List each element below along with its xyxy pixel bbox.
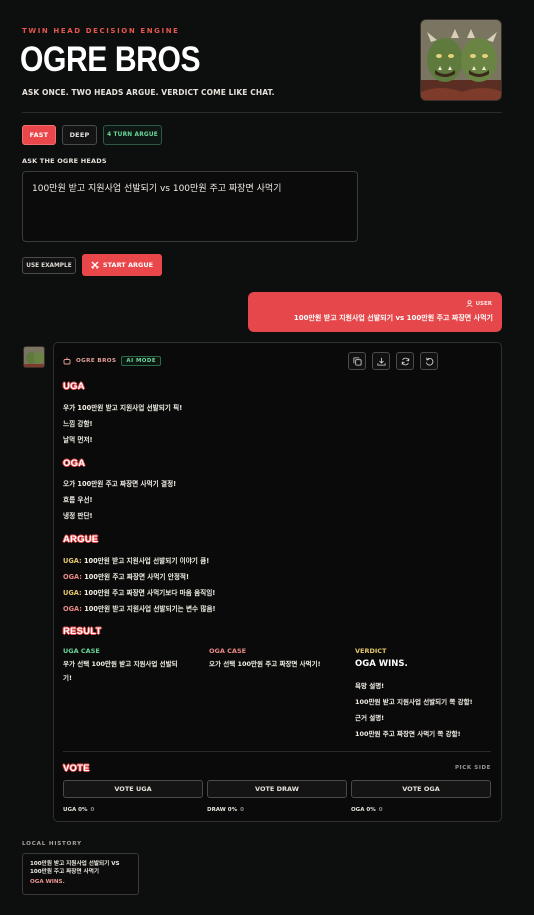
history-label: LOCAL HISTORY [22, 841, 82, 847]
verdict-line: 근거 설명! [355, 714, 385, 722]
copy-icon [352, 356, 362, 366]
uga-line: 날먹 먼저! [63, 436, 93, 444]
turn-speaker: UGA: [63, 557, 82, 565]
oga-line: 오가 100만원 주고 짜장면 사먹기 결정! [63, 480, 177, 488]
oga-tally: OGA 0% 0 [351, 807, 383, 813]
turn-text: 100만원 주고 짜장면 사먹기 안정적! [84, 573, 190, 581]
history-question-line: 100만원 받고 지원사업 선발되기 VS [30, 861, 120, 867]
answer-card-header: OGRE BROS AI MODE [63, 356, 162, 366]
turn-speaker: OGA: [63, 573, 82, 581]
ogre-avatar-small [23, 346, 45, 368]
draw-tally: DRAW 0% 0 [207, 807, 244, 813]
uga-case-line: 기! [63, 674, 72, 682]
use-example-button[interactable]: USE EXAMPLE [22, 257, 76, 274]
history-item[interactable]: 100만원 받고 지원사업 선발되기 VS 100만원 주고 짜장면 사먹기 O… [22, 853, 139, 895]
vote-draw-button[interactable]: VOTE DRAW [207, 780, 347, 798]
app-root: TWIN HEAD DECISION ENGINE OGRE BROS ASK … [0, 0, 534, 915]
header-kicker: TWIN HEAD DECISION ENGINE [22, 27, 180, 35]
verdict-line: 100만원 주고 짜장면 사먹기 쪽 강함! [355, 730, 461, 738]
mode-fast-button[interactable]: FAST [22, 125, 56, 145]
ogre-twins-thumbnail [24, 347, 44, 367]
refresh-icon [401, 357, 409, 365]
question-text: 100만원 받고 지원사업 선발되기 vs 100만원 주고 짜장면 사먹기 [32, 184, 282, 194]
tally-count: 0 [378, 807, 383, 813]
user-message-bubble: USER 100만원 받고 지원사업 선발되기 vs 100만원 주고 짜장면 … [248, 292, 502, 332]
oga-case-text: 오가 선택 100만원 주고 짜장면 사먹기! [209, 660, 321, 668]
oga-line: 냉정 판단! [63, 512, 93, 520]
argue-turn: OGA: 100만원 받고 지원사업 선발되기는 변수 많음! [63, 603, 216, 613]
tally-label: DRAW 0% [207, 807, 238, 813]
vote-divider [63, 751, 491, 752]
turn-speaker: OGA: [63, 605, 82, 613]
ogre-avatar-large [420, 19, 502, 101]
user-icon [465, 300, 473, 307]
question-textarea[interactable]: 100만원 받고 지원사업 선발되기 vs 100만원 주고 짜장면 사먹기 [22, 171, 358, 242]
turn-speaker: UGA: [63, 589, 82, 597]
turn-count-badge: 4 TURN ARGUE [103, 125, 162, 145]
argue-turn: OGA: 100만원 주고 짜장면 사먹기 안정적! [63, 571, 189, 581]
tally-label: UGA 0% [63, 807, 88, 813]
turn-text: 100만원 받고 지원사업 선발되기는 변수 많음! [84, 605, 216, 613]
page-title: OGRE BROS [20, 40, 201, 79]
start-argue-label: START ARGUE [102, 261, 154, 269]
vote-section-title: VOTE [63, 763, 90, 774]
uga-tally: UGA 0% 0 [63, 807, 94, 813]
ask-label: ASK THE OGRE HEADS [22, 157, 107, 165]
result-section-title: RESULT [63, 626, 102, 637]
pick-side-hint: PICK SIDE [454, 765, 491, 771]
uga-line: 느낌 강함! [63, 420, 93, 428]
tally-count: 0 [90, 807, 95, 813]
download-button[interactable] [372, 352, 390, 370]
uga-section-title: UGA [63, 381, 85, 392]
argue-turn: UGA: 100만원 주고 짜장면 사먹기보다 마음 움직임! [63, 587, 215, 597]
vote-uga-button[interactable]: VOTE UGA [63, 780, 203, 798]
header-tagline: ASK ONCE. TWO HEADS ARGUE. VERDICT COME … [22, 88, 275, 97]
undo-icon [425, 357, 433, 365]
verdict-label: VERDICT [355, 647, 387, 655]
start-argue-button[interactable]: START ARGUE [82, 254, 162, 276]
verdict-text: OGA WINS. [355, 659, 408, 669]
download-icon [376, 357, 386, 366]
uga-case-text: 우가 선택 100만원 받고 지원사업 선발되 기! [63, 657, 178, 685]
turn-text: 100만원 주고 짜장면 사먹기보다 마음 움직임! [83, 589, 216, 597]
answer-brand: OGRE BROS [76, 358, 117, 364]
verdict-line: 100만원 받고 지원사업 선발되기 쪽 강함! [355, 698, 473, 706]
history-question: 100만원 받고 지원사업 선발되기 VS 100만원 주고 짜장면 사먹기 [30, 860, 131, 876]
history-question-line: 100만원 주고 짜장면 사먹기 [30, 869, 99, 875]
oga-case-label: OGA CASE [209, 647, 247, 655]
turn-text: 100만원 받고 지원사업 선발되기 이야기 큼! [83, 557, 210, 565]
oga-section-title: OGA [63, 458, 86, 469]
reset-button[interactable] [420, 352, 438, 370]
history-verdict: OGA WINS. [30, 879, 65, 885]
ai-mode-badge: AI MODE [121, 356, 162, 366]
tally-count: 0 [240, 807, 244, 813]
user-tag: USER [465, 300, 492, 307]
verdict-line: 욕망 설명! [355, 682, 385, 690]
oga-line: 흐름 우선! [63, 496, 93, 504]
argue-turn: UGA: 100만원 받고 지원사업 선발되기 이야기 큼! [63, 555, 209, 565]
uga-case-label: UGA CASE [63, 647, 100, 655]
uga-line: 우가 100만원 받고 지원사업 선발되기 픽! [63, 404, 183, 412]
crossed-swords-icon [91, 261, 99, 269]
user-message-text: 100만원 받고 지원사업 선발되기 vs 100만원 주고 짜장면 사먹기 [293, 314, 493, 322]
bot-icon [63, 357, 71, 365]
tally-label: OGA 0% [351, 807, 376, 813]
uga-case-line: 우가 선택 100만원 받고 지원사업 선발되 [63, 660, 178, 668]
answer-card: OGRE BROS AI MODE UGA 우가 100만원 받고 지원사업 선… [53, 342, 502, 822]
vote-oga-button[interactable]: VOTE OGA [351, 780, 491, 798]
mode-deep-button[interactable]: DEEP [62, 125, 97, 145]
argue-section-title: ARGUE [63, 534, 99, 545]
header-divider [22, 112, 502, 113]
copy-button[interactable] [348, 352, 366, 370]
verdict-details: 욕망 설명! 100만원 받고 지원사업 선발되기 쪽 강함! 근거 설명! 1… [355, 678, 473, 742]
ogre-twins-illustration [421, 20, 501, 100]
user-tag-label: USER [475, 300, 492, 307]
refresh-button[interactable] [396, 352, 414, 370]
